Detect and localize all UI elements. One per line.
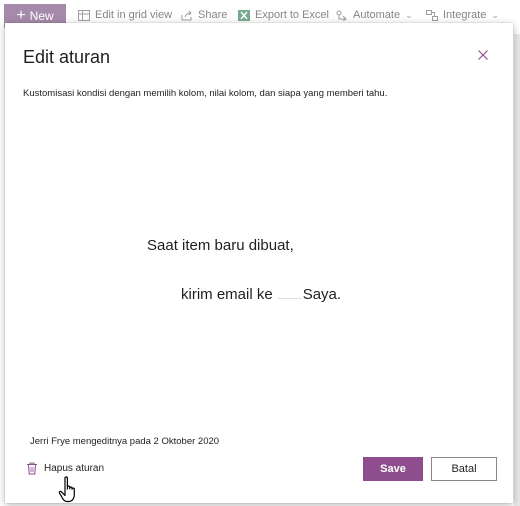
close-icon	[478, 50, 488, 60]
recipient-field[interactable]	[277, 284, 302, 299]
recipient-value[interactable]: Saya.	[303, 286, 341, 303]
trash-icon	[27, 462, 37, 475]
delete-rule-button[interactable]: Hapus aturan	[26, 462, 104, 475]
app-window: + New Edit in grid view Share Export to …	[0, 0, 520, 506]
rule-action-sentence: kirim email ke Saya.	[181, 284, 341, 303]
delete-rule-label: Hapus aturan	[44, 463, 105, 474]
rule-action-text: kirim email ke	[181, 286, 273, 303]
dialog-description: Kustomisasi kondisi dengan memilih kolom…	[23, 88, 388, 99]
rule-condition-text: Saat item baru dibuat,	[147, 237, 294, 254]
edit-rule-dialog: Edit aturan Kustomisasi kondisi dengan m…	[5, 23, 513, 503]
modified-info: Jerri Frye mengeditnya pada 2 Oktober 20…	[30, 436, 220, 447]
cancel-button[interactable]: Batal	[431, 457, 497, 481]
dialog-title: Edit aturan	[23, 47, 111, 67]
save-button[interactable]: Save	[363, 457, 423, 481]
close-button[interactable]	[475, 47, 491, 63]
hand-pointer-icon	[58, 476, 75, 503]
